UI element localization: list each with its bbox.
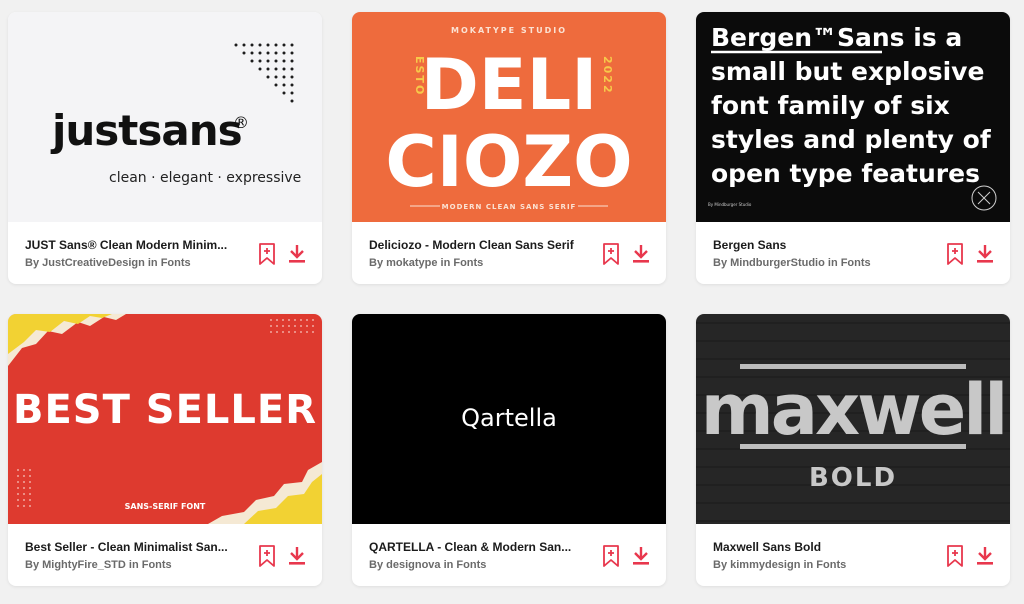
- bookmark-plus-icon[interactable]: [944, 242, 966, 266]
- deliciozo-line-1: DELI: [421, 44, 598, 126]
- registered-mark: ®: [233, 113, 249, 132]
- maxwell-line-1: maxwell: [701, 369, 1005, 451]
- card-byline[interactable]: By mokatype in Fonts: [369, 257, 589, 269]
- preview-image-bergen-sans[interactable]: Bergen™Sans is a small but explosive fon…: [696, 12, 1010, 222]
- bergen-line-1: Bergen™Sans is a: [711, 23, 962, 52]
- bookmark-plus-icon[interactable]: [256, 544, 278, 568]
- bergen-line-3: font family of six: [711, 91, 950, 120]
- bergen-credit: By Mindburger Studio: [708, 202, 752, 207]
- font-card[interactable]: maxwell BOLD Maxwell Sans Bold By kimmyd…: [696, 314, 1010, 586]
- bookmark-plus-icon[interactable]: [944, 544, 966, 568]
- preview-image-deliciozo[interactable]: MOKATYPE STUDIO DELI CIOZO ESTO 2022 MOD…: [352, 12, 666, 222]
- qartella-wordmark: Qartella: [461, 404, 557, 432]
- bergen-line-2: small but explosive: [711, 57, 984, 86]
- preview-image-maxwell[interactable]: maxwell BOLD: [696, 314, 1010, 524]
- card-title[interactable]: JUST Sans® Clean Modern Minim...: [25, 238, 235, 252]
- card-title[interactable]: QARTELLA - Clean & Modern San...: [369, 540, 579, 554]
- download-icon[interactable]: [630, 544, 652, 568]
- download-icon[interactable]: [286, 544, 308, 568]
- bergen-line-4: styles and plenty of: [711, 125, 992, 154]
- font-card[interactable]: justsans ® clean · elegant · expressive …: [8, 12, 322, 284]
- bookmark-plus-icon[interactable]: [600, 242, 622, 266]
- year-vertical: 2022: [601, 56, 614, 95]
- download-icon[interactable]: [974, 242, 996, 266]
- preview-image-qartella[interactable]: Qartella: [352, 314, 666, 524]
- card-byline[interactable]: By JustCreativeDesign in Fonts: [25, 257, 245, 269]
- card-byline[interactable]: By designova in Fonts: [369, 559, 589, 571]
- download-icon[interactable]: [974, 544, 996, 568]
- esto-vertical: ESTO: [413, 56, 426, 96]
- maxwell-line-2: BOLD: [809, 463, 897, 493]
- bookmark-plus-icon[interactable]: [600, 544, 622, 568]
- deliciozo-footer: MODERN CLEAN SANS SERIF: [442, 203, 577, 211]
- preview-image-best-seller[interactable]: BEST SELLER SANS-SERIF FONT: [8, 314, 322, 524]
- best-seller-headline: BEST SELLER: [13, 387, 317, 433]
- card-byline[interactable]: By kimmydesign in Fonts: [713, 559, 933, 571]
- justsans-wordmark: justsans: [50, 106, 242, 155]
- font-card[interactable]: Qartella QARTELLA - Clean & Modern San..…: [352, 314, 666, 586]
- best-seller-sub: SANS-SERIF FONT: [125, 502, 206, 511]
- card-title[interactable]: Best Seller - Clean Minimalist San...: [25, 540, 235, 554]
- card-byline[interactable]: By MightyFire_STD in Fonts: [25, 559, 245, 571]
- card-title[interactable]: Bergen Sans: [713, 238, 923, 252]
- studio-label: MOKATYPE STUDIO: [451, 26, 567, 35]
- bookmark-plus-icon[interactable]: [256, 242, 278, 266]
- download-icon[interactable]: [286, 242, 308, 266]
- justsans-tagline: clean · elegant · expressive: [109, 170, 301, 186]
- preview-image-justsans[interactable]: justsans ® clean · elegant · expressive: [8, 12, 322, 222]
- font-card[interactable]: BEST SELLER SANS-SERIF FONT Best Seller …: [8, 314, 322, 586]
- download-icon[interactable]: [630, 242, 652, 266]
- card-title[interactable]: Maxwell Sans Bold: [713, 540, 923, 554]
- bergen-line-5: open type features: [711, 159, 980, 188]
- font-card[interactable]: MOKATYPE STUDIO DELI CIOZO ESTO 2022 MOD…: [352, 12, 666, 284]
- card-byline[interactable]: By MindburgerStudio in Fonts: [713, 257, 933, 269]
- card-title[interactable]: Deliciozo - Modern Clean Sans Serif: [369, 238, 579, 252]
- deliciozo-line-2: CIOZO: [385, 121, 632, 203]
- font-card[interactable]: Bergen™Sans is a small but explosive fon…: [696, 12, 1010, 284]
